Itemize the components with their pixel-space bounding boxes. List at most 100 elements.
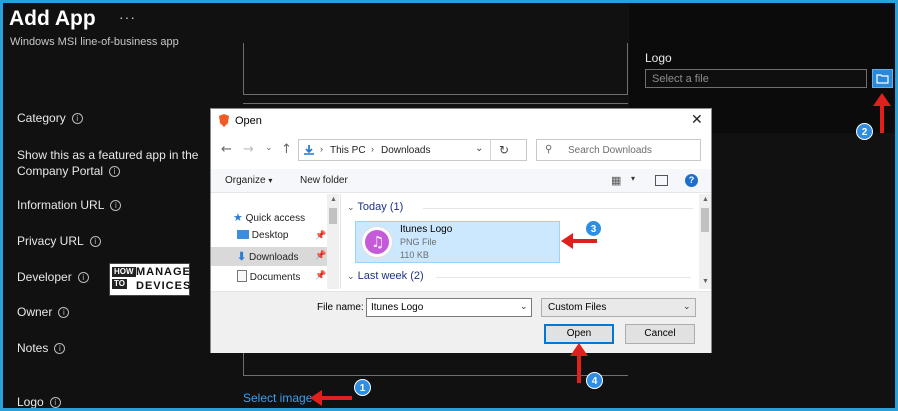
featured-label: Company Portal i <box>17 164 121 178</box>
group-today[interactable]: ⌄ Today (1) <box>347 201 403 213</box>
file-item-itunes-logo[interactable]: ♫ Itunes Logo PNG File 110 KB <box>355 221 560 263</box>
info-icon[interactable]: i <box>89 236 101 247</box>
logo-to: TO <box>112 279 127 289</box>
information-url-label: Information URL i <box>17 198 122 212</box>
step-badge-3: 3 <box>585 220 602 237</box>
developer-label: Developer i <box>17 270 89 284</box>
desktop-icon <box>237 230 249 239</box>
annotation-arrow-select-image <box>310 390 352 406</box>
view-dropdown-icon[interactable]: ▾ <box>631 174 635 183</box>
nav-item-desktop[interactable]: Desktop <box>237 230 288 241</box>
pin-icon[interactable]: 📌 <box>315 270 326 281</box>
info-icon[interactable]: i <box>109 166 121 177</box>
scroll-down-icon[interactable]: ▼ <box>702 278 709 285</box>
more-options-button[interactable]: ··· <box>119 9 136 25</box>
forward-arrow-icon[interactable]: → <box>243 142 254 157</box>
chevron-down-icon: ⌄ <box>683 301 691 311</box>
close-icon[interactable]: ✕ <box>691 112 703 128</box>
cancel-button[interactable]: Cancel <box>625 324 695 344</box>
chevron-down-icon: ⌄ <box>347 202 355 212</box>
info-icon[interactable]: i <box>49 397 61 408</box>
search-downloads-input[interactable]: ⚲ Search Downloads <box>536 139 701 161</box>
file-name: Itunes Logo <box>400 224 453 235</box>
navigation-pane: ★ Quick access Desktop 📌 ⬇ Downloads 📌 D… <box>211 194 341 289</box>
file-type: PNG File <box>400 237 437 247</box>
download-folder-icon <box>304 145 314 155</box>
view-options-icon[interactable]: ▦ <box>611 174 621 187</box>
info-icon[interactable]: i <box>54 343 66 354</box>
nav-scrollbar[interactable]: ▲ <box>327 194 339 289</box>
notes-label: Notes i <box>17 341 66 355</box>
logo-manage: MANAGE <box>136 266 191 278</box>
howto-manage-devices-logo: HOW TO MANAGE DEVICES <box>109 263 190 296</box>
info-icon[interactable]: i <box>77 272 89 283</box>
folder-icon <box>876 74 889 84</box>
group-divider <box>423 208 693 209</box>
dialog-footer: File name: Itunes Logo ⌄ Custom Files ⌄ … <box>211 291 711 353</box>
annotation-arrow-browse <box>873 93 891 133</box>
group-last-week[interactable]: ⌄ Last week (2) <box>347 270 424 282</box>
file-size: 110 KB <box>400 250 429 260</box>
pin-icon[interactable]: 📌 <box>315 250 326 261</box>
download-icon: ⬇ <box>237 251 247 263</box>
address-divider <box>490 140 491 160</box>
address-dropdown-icon[interactable]: ⌄ <box>475 143 483 154</box>
group-divider <box>436 277 691 278</box>
browse-folder-button[interactable] <box>872 69 893 88</box>
scroll-thumb[interactable] <box>701 208 709 232</box>
recent-locations-chevron-icon[interactable]: ⌄ <box>265 143 273 153</box>
nav-item-quick-access[interactable]: ★ Quick access <box>233 211 305 224</box>
info-icon[interactable]: i <box>71 113 83 124</box>
help-icon[interactable]: ? <box>685 174 698 187</box>
search-icon: ⚲ <box>545 144 553 155</box>
owner-label: Owner i <box>17 305 70 319</box>
scroll-up-icon[interactable]: ▲ <box>702 196 709 203</box>
file-name-input[interactable]: Itunes Logo ⌄ <box>366 298 532 317</box>
dialog-toolbar: Organize ▾ New folder ▦ ▾ ? <box>211 169 711 193</box>
breadcrumb-separator-icon: › <box>320 144 323 154</box>
info-icon[interactable]: i <box>58 307 70 318</box>
scroll-up-icon[interactable]: ▲ <box>330 196 337 203</box>
chevron-down-icon[interactable]: ⌄ <box>520 301 528 312</box>
category-label: Category i <box>17 111 83 125</box>
step-badge-1: 1 <box>354 379 371 396</box>
featured-label-line1: Show this as a featured app in the <box>17 148 199 162</box>
chevron-down-icon: ▾ <box>268 176 273 185</box>
breadcrumb-this-pc[interactable]: This PC <box>330 145 366 156</box>
app-window: Add App ··· Windows MSI line-of-business… <box>0 0 898 411</box>
logo-how: HOW <box>112 267 136 277</box>
organize-menu[interactable]: Organize ▾ <box>225 175 272 186</box>
page-title: Add App <box>9 7 96 30</box>
refresh-icon[interactable]: ↻ <box>499 143 509 157</box>
open-file-dialog: Open ✕ ← → ⌄ ↑ › This PC › Downloads ⌄ ↻… <box>210 108 712 353</box>
file-name-label: File name: <box>317 302 364 313</box>
nav-item-documents[interactable]: Documents <box>237 270 300 283</box>
preview-pane-icon[interactable] <box>655 175 668 186</box>
privacy-url-label: Privacy URL i <box>17 234 101 248</box>
address-bar[interactable]: › This PC › Downloads ⌄ ↻ <box>298 139 527 161</box>
chevron-down-icon: ⌄ <box>347 271 355 281</box>
breadcrumb-downloads[interactable]: Downloads <box>381 145 430 156</box>
select-image-link[interactable]: Select image <box>243 391 312 405</box>
page-subtitle: Windows MSI line-of-business app <box>10 36 179 48</box>
pin-icon[interactable]: 📌 <box>315 230 326 241</box>
file-type-filter[interactable]: Custom Files ⌄ <box>541 298 696 317</box>
documents-icon <box>237 270 247 282</box>
step-badge-4: 4 <box>586 372 603 389</box>
step-badge-2: 2 <box>856 123 873 140</box>
info-icon[interactable]: i <box>110 200 122 211</box>
dialog-title: Open <box>235 115 262 127</box>
content-scrollbar[interactable]: ▲ ▼ <box>699 194 711 289</box>
description-textarea[interactable] <box>243 43 628 95</box>
star-icon: ★ <box>233 212 243 224</box>
back-arrow-icon[interactable]: ← <box>221 142 232 157</box>
scroll-thumb[interactable] <box>329 208 337 224</box>
new-folder-button[interactable]: New folder <box>300 175 348 186</box>
logo-label: Logo <box>645 51 672 65</box>
breadcrumb-separator-icon: › <box>371 144 374 154</box>
logo-file-input[interactable]: Select a file <box>645 69 867 88</box>
nav-item-downloads[interactable]: ⬇ Downloads <box>237 250 298 263</box>
up-arrow-icon[interactable]: ↑ <box>281 142 292 157</box>
logo-label-left: Logo i <box>17 395 61 408</box>
brave-browser-icon <box>219 114 229 127</box>
